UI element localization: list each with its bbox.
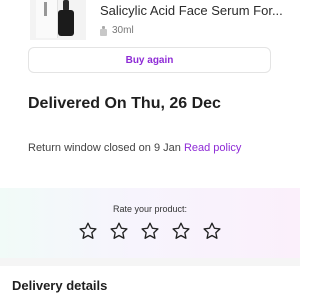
buy-again-button[interactable]: Buy again — [28, 47, 271, 73]
delivery-details-heading: Delivery details — [12, 278, 108, 293]
return-window-status: Return window closed on 9 Jan — [28, 142, 181, 154]
read-policy-link[interactable]: Read policy — [184, 142, 241, 154]
rate-product-section: Rate your product: — [0, 188, 300, 258]
section-divider — [0, 258, 300, 266]
star-icon-2[interactable] — [109, 221, 129, 241]
return-window-text: Return window closed on 9 Jan Read polic… — [28, 142, 241, 154]
product-row[interactable]: Salicylic Acid Face Serum For... 30ml — [0, 0, 300, 40]
star-icon-3[interactable] — [140, 221, 160, 241]
product-thumbnail[interactable] — [30, 0, 86, 40]
product-volume: 30ml — [112, 25, 134, 36]
dropper-bottle-image — [58, 10, 74, 36]
rate-product-label: Rate your product: — [112, 204, 188, 214]
star-icon-1[interactable] — [78, 221, 98, 241]
product-name[interactable]: Salicylic Acid Face Serum For... — [100, 3, 283, 18]
product-box-label-image — [44, 2, 47, 16]
star-icon-4[interactable] — [171, 221, 191, 241]
delivery-status-title: Delivered On Thu, 26 Dec — [28, 95, 221, 112]
product-meta: 30ml — [100, 25, 134, 36]
bottle-icon — [100, 25, 107, 36]
product-box-image — [36, 0, 58, 38]
star-icon-5[interactable] — [202, 221, 222, 241]
star-rating — [78, 221, 222, 241]
